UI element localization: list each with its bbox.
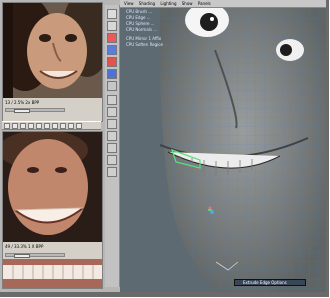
scrollbar-top[interactable] [5,108,65,113]
manipulator-icon[interactable] [107,69,117,79]
scrollbar-bottom[interactable] [5,253,65,258]
reference-window-top: 13 / 2.5% 2x BPP [2,2,103,122]
layout-icon[interactable] [107,95,117,105]
screenshot-frame: 13 / 2.5% 2x BPP 49 / 33.3% 1 X BPP View… [0,0,329,297]
menu-view[interactable]: View [124,1,134,6]
reference-photo-bottom [3,132,102,242]
menu-lighting[interactable]: Lighting [160,1,176,6]
reference-window-bottom: 49 / 33.3% 1 X BPP [2,131,103,289]
viewport-menu-bar: View Shading Lighting Show Panels [120,0,326,8]
taskbar-item[interactable]: Extrude Edge Options [234,279,306,286]
face-photo-top [3,3,102,98]
toolbar-button[interactable] [60,123,66,129]
layout-icon-7[interactable] [107,167,117,177]
toolbar-button[interactable] [68,123,74,129]
layout-icon-3[interactable] [107,119,117,129]
scale-tool-icon[interactable] [107,57,117,67]
menu-panels[interactable]: Panels [198,1,211,6]
toolbar-button[interactable] [36,123,42,129]
toolbar-button[interactable] [12,123,18,129]
toolbar-button[interactable] [4,123,10,129]
menu-show[interactable]: Show [182,1,193,6]
hud-line: CPU Normals ... [126,27,158,32]
toolbar-button[interactable] [76,123,82,129]
show-manip-icon[interactable] [107,81,117,91]
image-toolbar [2,121,101,130]
toolbar-button[interactable] [52,123,58,129]
scroll-thumb[interactable] [14,254,30,258]
menu-shading[interactable]: Shading [139,1,155,6]
reference-photo-top [3,3,102,98]
layout-icon-4[interactable] [107,131,117,141]
reference-photo-teeth [3,259,102,288]
toolbar-button[interactable] [28,123,34,129]
layout-icon-6[interactable] [107,155,117,165]
toolbar-button[interactable] [44,123,50,129]
layout-icon-2[interactable] [107,107,117,117]
image-info-top: 13 / 2.5% 2x BPP [3,99,102,107]
viewport-hud: CPU Brush ... CPU Edge ... CPU Sphere ..… [126,9,157,33]
select-tool-icon[interactable] [107,9,117,19]
toolbar-button[interactable] [20,123,26,129]
hud-line: CPU Soften Region [126,42,164,47]
layout-icon-5[interactable] [107,143,117,153]
lasso-tool-icon[interactable] [107,21,117,31]
tool-shelf [105,5,120,287]
rotate-tool-icon[interactable] [107,45,117,55]
teeth-photo [3,259,102,288]
move-tool-icon[interactable] [107,33,117,43]
scroll-thumb[interactable] [14,109,30,113]
face-photo-bottom [3,132,102,242]
viewport-hud-2: CPU Mirror 1 Affix CPU Soften Region [126,36,163,48]
image-info-bottom: 49 / 33.3% 1 X BPP [3,243,102,251]
